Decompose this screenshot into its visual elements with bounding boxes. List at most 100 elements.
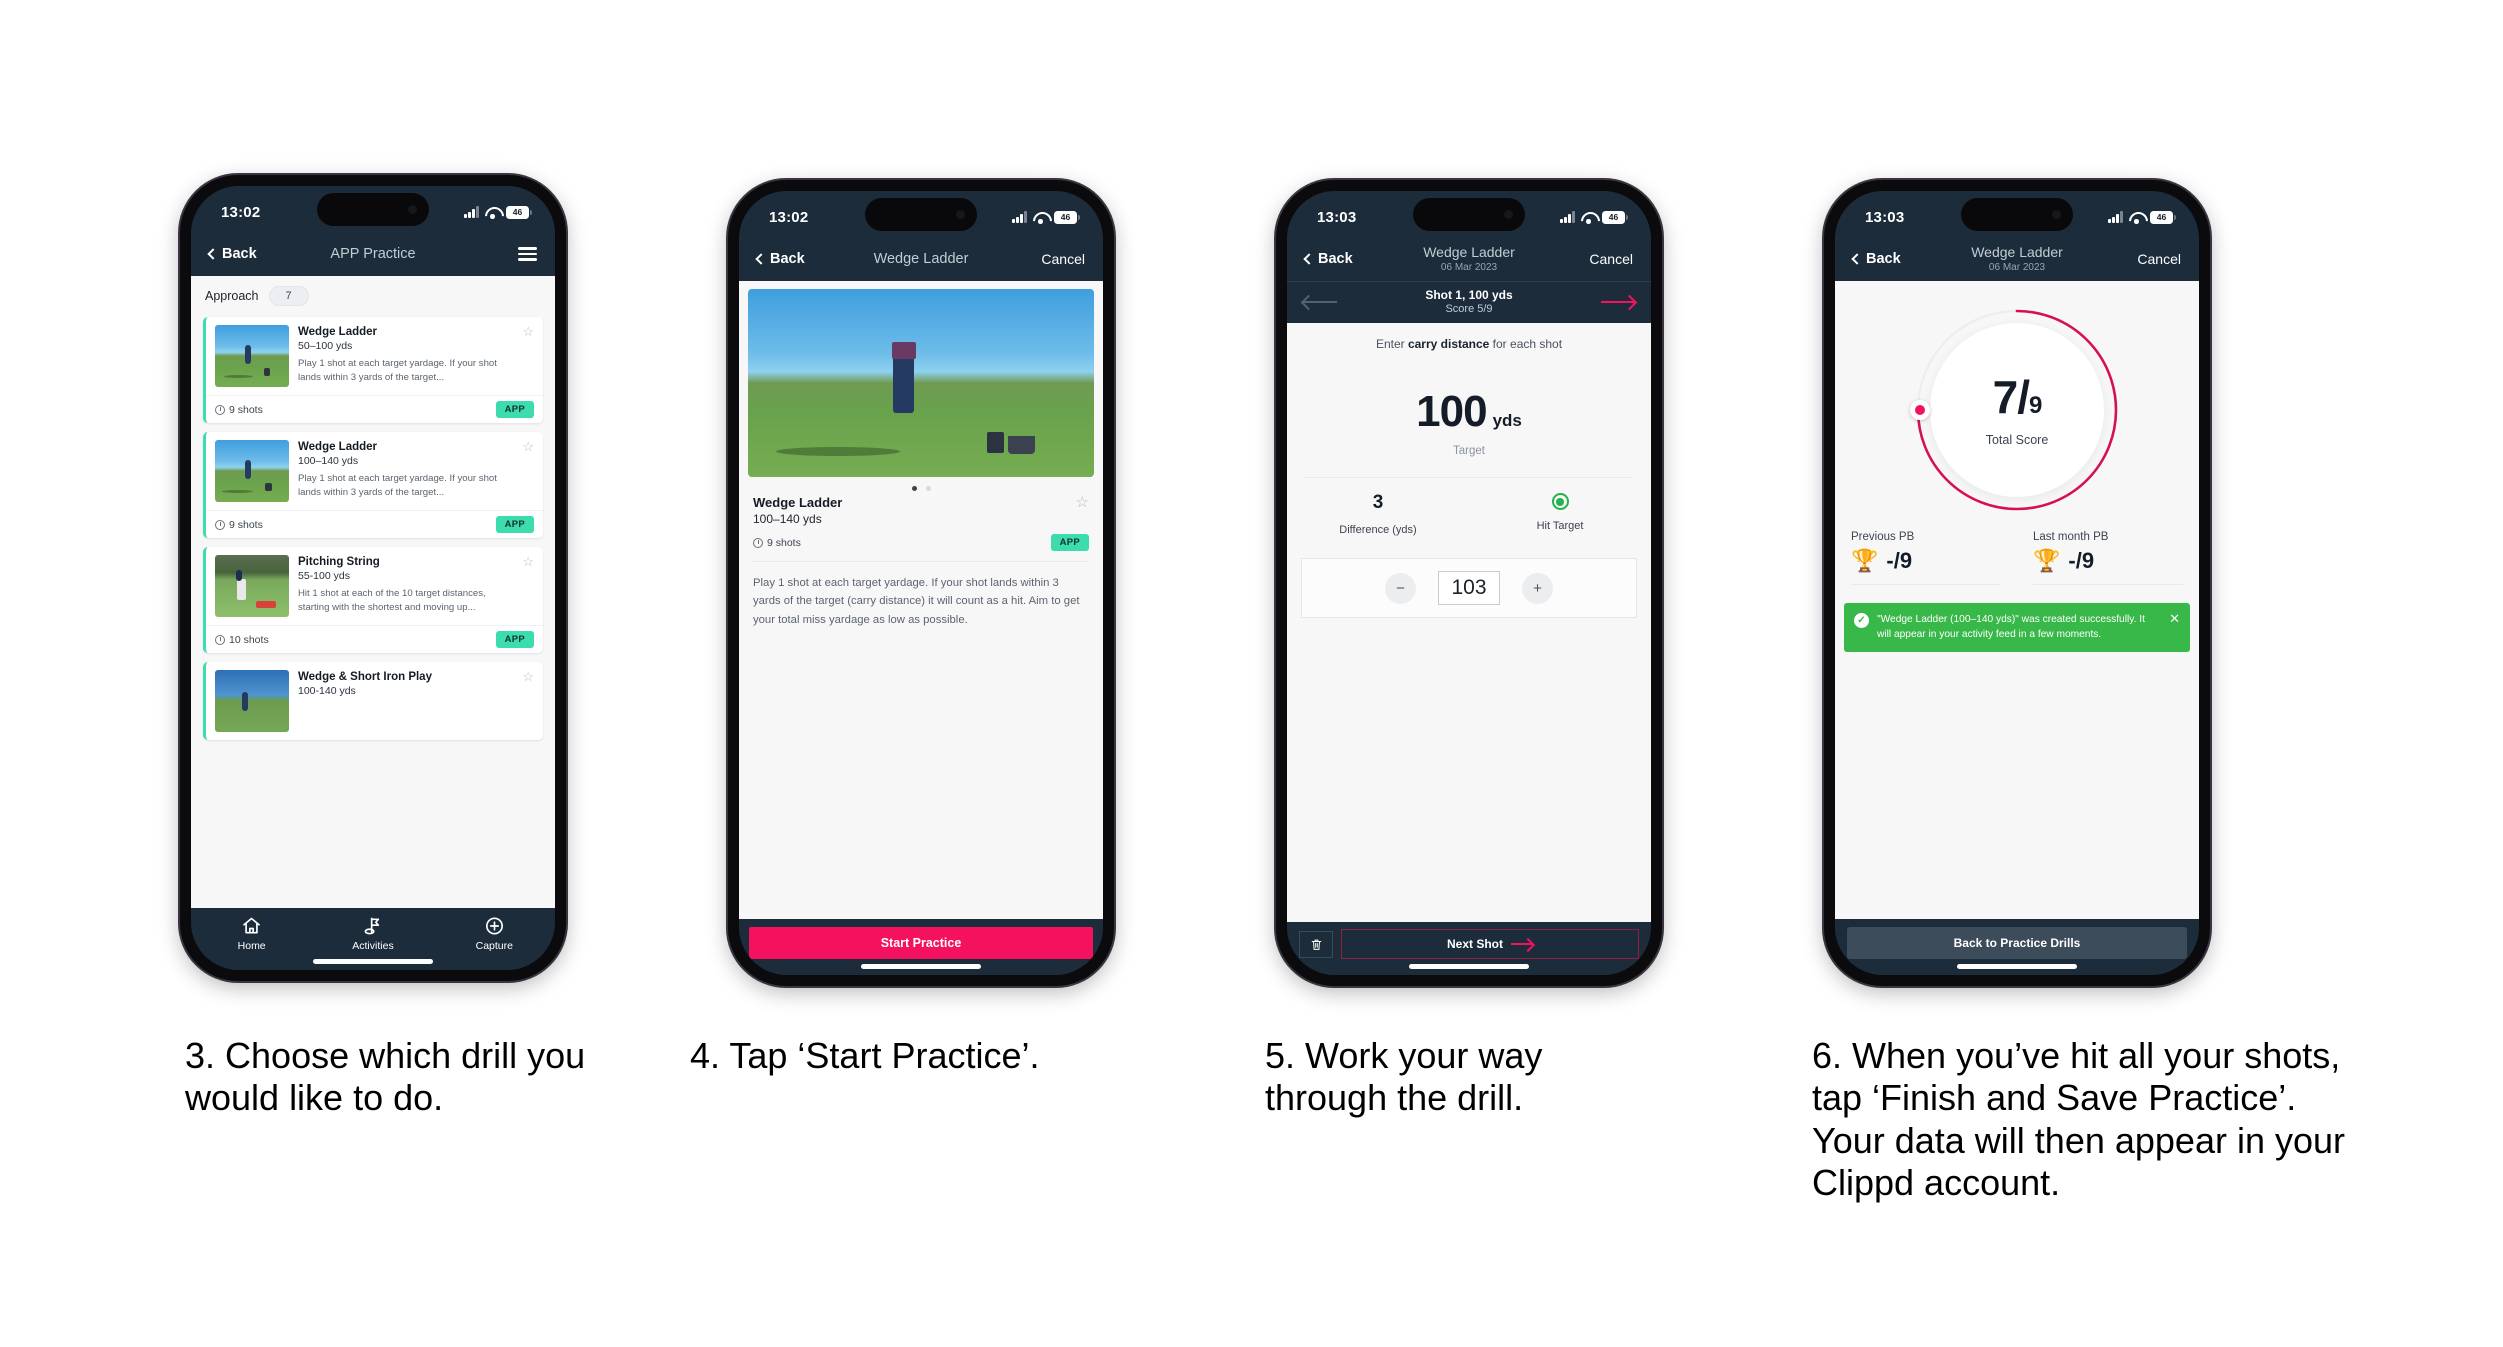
cellular-signal-icon: [464, 206, 479, 218]
drill-shots-label: 9 shots: [767, 536, 801, 549]
filter-approach[interactable]: Approach 7: [191, 276, 555, 312]
score-numerator: 7: [1992, 370, 2019, 423]
status-bar: 13:02 46: [739, 191, 1103, 237]
nav-bar: Back APP Practice: [191, 232, 555, 276]
status-indicators: 46: [1012, 210, 1080, 224]
drill-description: Play 1 shot at each target yardage. If y…: [753, 577, 1080, 626]
battery-icon: 46: [1054, 210, 1080, 224]
drill-yardage: 100-140 yds: [298, 685, 356, 698]
sidebar-item-capture[interactable]: Capture: [449, 916, 539, 952]
hamburger-icon[interactable]: [518, 244, 537, 264]
back-label: Back: [770, 251, 805, 267]
filter-label: Approach: [205, 289, 259, 303]
last-month-pb: Last month PB 🏆 -/9: [2017, 531, 2199, 585]
caption-step-5: 5. Work your way through the drill.: [1265, 1035, 1543, 1119]
next-shot-button[interactable]: Next Shot: [1341, 929, 1639, 959]
drill-shots: 10 shots: [215, 634, 269, 646]
drill-thumbnail: [215, 555, 289, 617]
cancel-button[interactable]: Cancel: [1589, 251, 1633, 267]
drill-hero-image[interactable]: [748, 289, 1094, 477]
target-hit-icon: [1551, 493, 1569, 510]
shot-entry-screen: Enter carry distance for each shot 100 yd…: [1287, 323, 1651, 922]
caption-step-4: 4. Tap ‘Start Practice’.: [690, 1035, 1040, 1076]
clock-icon: [215, 519, 225, 530]
cancel-button[interactable]: Cancel: [2137, 251, 2181, 267]
toast-message: "Wedge Ladder (100–140 yds)" was created…: [1877, 614, 2145, 641]
previous-shot-arrow-icon[interactable]: [1303, 300, 1337, 303]
divider: [2033, 584, 2183, 585]
cancel-button[interactable]: Cancel: [1041, 251, 1085, 267]
status-indicators: 46: [2108, 210, 2176, 224]
list-item[interactable]: ☆ Pitching String 55-100 yds Hit 1 shot …: [203, 547, 543, 653]
drill-thumbnail: [215, 670, 289, 732]
target-caption: Target: [1453, 445, 1485, 457]
page-subtitle-text: 06 Mar 2023: [1440, 261, 1498, 273]
status-badge: APP: [495, 401, 534, 418]
favourite-star-icon[interactable]: ☆: [522, 440, 534, 453]
carry-distance-input[interactable]: 103: [1438, 571, 1500, 605]
gauge-knob-icon: [1910, 400, 1930, 420]
decrement-button[interactable]: −: [1385, 572, 1416, 604]
drill-card-footer: 9 shots APP: [206, 395, 543, 423]
favourite-star-icon[interactable]: ☆: [522, 670, 534, 683]
previous-pb-value-row: 🏆 -/9: [1851, 548, 2001, 574]
stat-difference: 3 Difference (yds): [1287, 492, 1469, 536]
chevron-left-icon: [1303, 253, 1315, 265]
wifi-icon: [1033, 211, 1048, 224]
home-indicator: [313, 959, 433, 964]
success-toast: ✓ "Wedge Ladder (100–140 yds)" was creat…: [1844, 603, 2190, 652]
back-button[interactable]: Back: [755, 251, 805, 267]
clock-icon: [215, 634, 225, 645]
delete-button[interactable]: [1299, 930, 1333, 958]
last-month-pb-value: -/9: [2068, 548, 2095, 573]
score-gauge-container: 7/9 Total Score: [1835, 281, 2199, 513]
cellular-signal-icon: [2108, 211, 2123, 223]
list-item[interactable]: ☆ Wedge & Short Iron Play 100-140 yds: [203, 662, 543, 740]
chevron-left-icon: [1851, 253, 1863, 265]
front-camera-icon: [408, 205, 417, 214]
status-time: 13:03: [1317, 208, 1357, 226]
sidebar-item-home[interactable]: Home: [207, 916, 297, 952]
increment-button[interactable]: +: [1522, 572, 1553, 604]
back-button[interactable]: Back: [1851, 251, 1901, 267]
next-shot-arrow-icon[interactable]: [1601, 300, 1635, 303]
shot-label: Shot 1, 100 yds: [1425, 288, 1513, 302]
list-item[interactable]: ☆ Wedge Ladder 100–140 yds Play 1 shot a…: [203, 432, 543, 538]
front-camera-icon: [1504, 210, 1513, 219]
list-item[interactable]: ☆ Wedge Ladder 50–100 yds Play 1 shot at…: [203, 317, 543, 423]
drill-shots-label: 9 shots: [229, 518, 263, 531]
score-gauge: 7/9 Total Score: [1910, 307, 2120, 513]
clock-icon: [753, 537, 763, 548]
trophy-icon: 🏆: [2033, 548, 2061, 573]
back-button[interactable]: Back: [1303, 251, 1353, 267]
start-practice-button[interactable]: Start Practice: [749, 927, 1093, 959]
last-month-pb-value-row: 🏆 -/9: [2033, 548, 2183, 574]
back-button[interactable]: Back: [207, 246, 257, 262]
personal-bests: Previous PB 🏆 -/9 Last month PB 🏆 -/9: [1835, 513, 2199, 585]
last-month-pb-label: Last month PB: [2033, 531, 2109, 543]
caption-step-6: 6. When you’ve hit all your shots, tap ‘…: [1812, 1035, 2346, 1204]
clock-icon: [215, 404, 225, 415]
tab-label: Activities: [352, 940, 394, 952]
total-score-value: 7/9: [1992, 370, 2043, 423]
target-unit: yds: [1492, 411, 1522, 430]
back-to-practice-drills-button[interactable]: Back to Practice Drills: [1847, 927, 2187, 959]
battery-icon: 46: [2150, 210, 2176, 224]
drill-list-screen: Approach 7 ☆ Wedge Ladder 50–100 yds Pla…: [191, 276, 555, 908]
carousel-dots[interactable]: [739, 477, 1103, 493]
close-icon[interactable]: ✕: [2169, 612, 2180, 625]
drill-card-body: ☆ Wedge & Short Iron Play 100-140 yds: [298, 670, 534, 732]
cellular-signal-icon: [1012, 211, 1027, 223]
check-circle-icon: ✓: [1854, 613, 1869, 628]
favourite-star-icon[interactable]: ☆: [522, 555, 534, 568]
drill-title: Pitching String: [298, 556, 380, 568]
sidebar-item-activities[interactable]: Activities: [328, 916, 418, 952]
back-label: Back: [1866, 251, 1901, 267]
dynamic-island: [317, 193, 429, 226]
favourite-star-icon[interactable]: ☆: [1076, 495, 1089, 510]
favourite-star-icon[interactable]: ☆: [522, 325, 534, 338]
status-bar: 13:03 46: [1287, 191, 1651, 237]
phone-3-shot-entry: 13:03 46 Back Wedge Ladder 06 Mar 2023 C…: [1276, 180, 1662, 986]
page-title: Wedge Ladder: [874, 250, 969, 268]
status-indicators: 46: [1560, 210, 1628, 224]
